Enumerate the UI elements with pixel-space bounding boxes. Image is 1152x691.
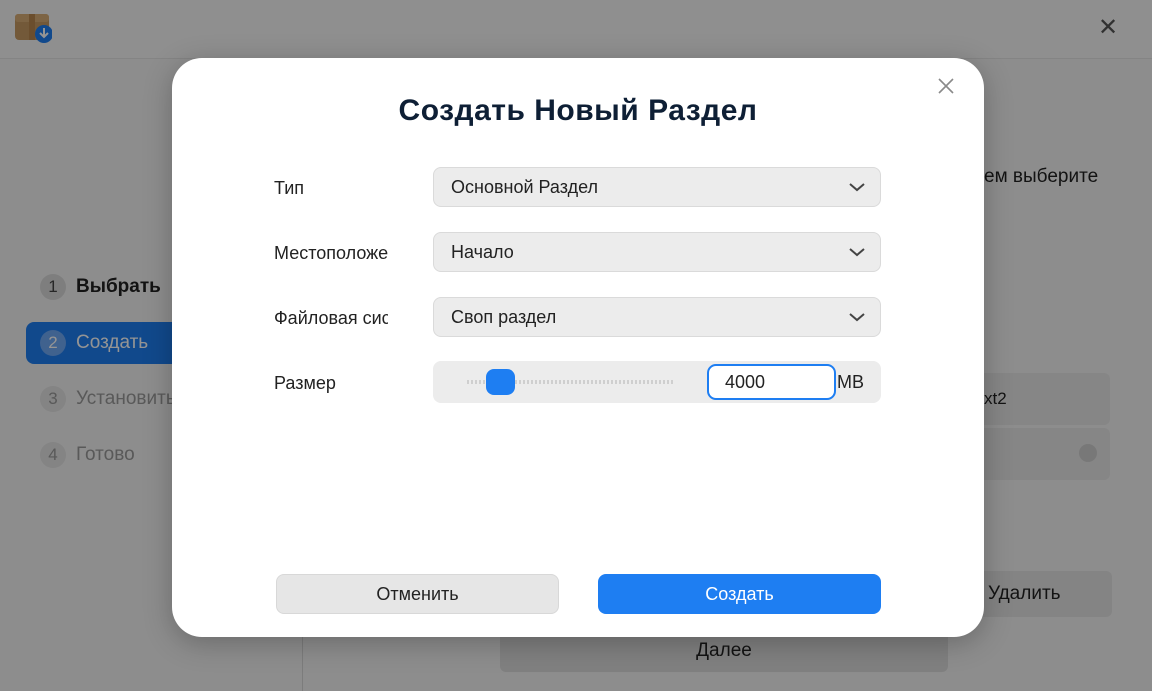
type-label: Тип bbox=[274, 178, 305, 198]
chevron-down-icon bbox=[849, 248, 865, 257]
size-unit: MB bbox=[837, 372, 864, 392]
create-partition-dialog: Создать Новый Раздел Тип Основной Раздел… bbox=[172, 58, 984, 637]
chevron-down-icon bbox=[849, 313, 865, 322]
dialog-title: Создать Новый Раздел bbox=[398, 94, 758, 127]
filesystem-select[interactable]: Своп раздел bbox=[433, 297, 881, 337]
size-label: Размер bbox=[274, 373, 336, 393]
size-control: MB bbox=[433, 361, 881, 403]
type-select[interactable]: Основной Раздел bbox=[433, 167, 881, 207]
location-select[interactable]: Начало bbox=[433, 232, 881, 272]
create-button[interactable]: Создать bbox=[598, 574, 881, 614]
location-label: Местоположение bbox=[274, 243, 388, 263]
cancel-button[interactable]: Отменить bbox=[276, 574, 559, 614]
location-value: Начало bbox=[451, 242, 514, 262]
size-input[interactable] bbox=[707, 364, 836, 400]
chevron-down-icon bbox=[849, 183, 865, 192]
size-slider-handle[interactable] bbox=[486, 369, 515, 395]
type-value: Основной Раздел bbox=[451, 177, 599, 197]
filesystem-value: Своп раздел bbox=[451, 307, 557, 327]
filesystem-label: Файловая система bbox=[274, 308, 388, 328]
